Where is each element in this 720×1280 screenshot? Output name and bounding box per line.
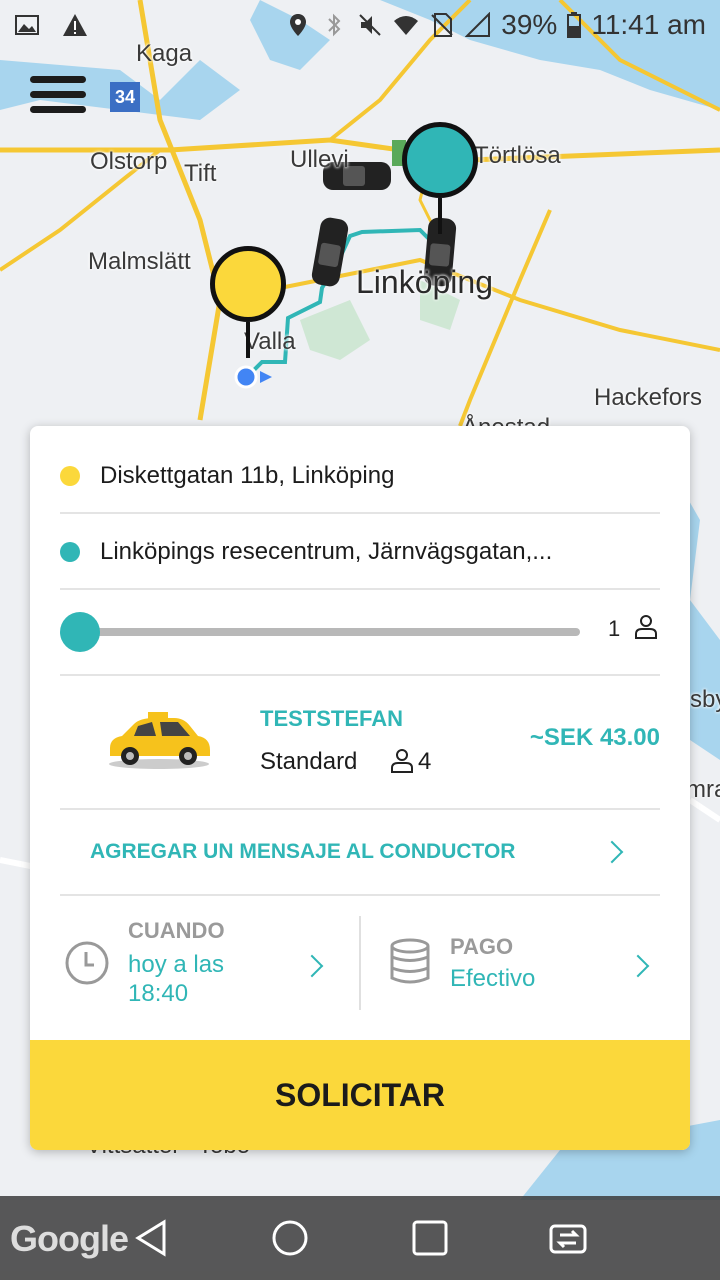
map-label: Hackefors: [594, 384, 703, 411]
when-label: CUANDO: [128, 918, 225, 943]
map-label: Tift: [184, 160, 217, 187]
vehicle-option[interactable]: TESTSTEFAN Standard 4 ~SEK 43.00: [60, 676, 660, 806]
taxi-car-icon: [109, 712, 210, 769]
home-icon[interactable]: [270, 1218, 310, 1258]
booking-card: Diskettgatan 11b, Linköping Linköpings r…: [30, 426, 690, 1150]
seat-slider[interactable]: [60, 610, 580, 654]
seat-slider-track: [80, 628, 580, 636]
destination-pin[interactable]: [402, 122, 478, 234]
pickup-row[interactable]: Diskettgatan 11b, Linköping: [60, 446, 660, 506]
bluetooth-icon: [328, 13, 341, 37]
seat-count: 1: [608, 616, 621, 641]
fare-estimate: ~SEK 43.00: [529, 724, 660, 751]
divider: [60, 894, 660, 896]
passenger-capacity-icon: [391, 749, 413, 773]
pickup-address: Diskettgatan 11b, Linköping: [100, 462, 395, 489]
vehicle-class: Standard: [260, 748, 358, 775]
map-label: Olstorp: [90, 148, 168, 175]
chevron-right-icon: [600, 840, 624, 864]
add-message-button[interactable]: AGREGAR UN MENSAJE AL CONDUCTOR: [60, 810, 660, 894]
map-label: Törtlösa: [474, 142, 561, 169]
payment-selector[interactable]: PAGO Efectivo: [360, 910, 660, 1020]
map-label: Ullevi: [290, 146, 349, 173]
payment-value: Efectivo: [450, 965, 536, 992]
google-logo: Google: [10, 1218, 129, 1259]
when-value-line1: hoy a las: [128, 951, 225, 978]
battery-percent: 39%: [501, 9, 558, 40]
seat-slider-knob[interactable]: [60, 612, 100, 652]
signal-icon: [465, 12, 491, 37]
road-badge: 34: [110, 82, 140, 112]
mute-icon: [359, 14, 381, 36]
payment-label: PAGO: [450, 934, 514, 959]
map-label: sby: [690, 686, 720, 713]
request-ride-button[interactable]: SOLICITAR: [30, 1040, 690, 1150]
chevron-right-icon: [300, 954, 324, 978]
chevron-right-icon: [626, 954, 650, 978]
add-message-label: AGREGAR UN MENSAJE AL CONDUCTOR: [90, 840, 516, 863]
warning-icon: [63, 14, 87, 36]
company-name: TESTSTEFAN: [260, 706, 404, 731]
clock: 11:41 am: [591, 9, 706, 40]
pickup-dot-icon: [60, 466, 80, 486]
battery-icon: [567, 12, 582, 38]
recents-icon[interactable]: [410, 1218, 450, 1258]
seats-selector: 1: [60, 606, 660, 656]
destination-dot-icon: [60, 542, 80, 562]
destination-address: Linköpings resecentrum, Järnvägsgatan,..…: [100, 538, 553, 565]
navigation-bar: Google: [0, 1196, 720, 1280]
location-icon: [290, 14, 307, 36]
back-icon[interactable]: [132, 1218, 172, 1258]
when-value-line2: 18:40: [128, 980, 189, 1007]
clock-icon: [65, 941, 109, 985]
no-sim-icon: [431, 13, 453, 37]
schedule-selector[interactable]: CUANDO hoy a las 18:40: [60, 910, 360, 1020]
payment-coins-icon: [390, 938, 430, 984]
status-bar: 39% 11:41 am: [0, 0, 720, 50]
divider: [60, 588, 660, 590]
image-notification-icon: [15, 15, 39, 35]
map-label-city: Linköping: [356, 264, 493, 300]
switch-app-icon[interactable]: [548, 1218, 588, 1258]
menu-button[interactable]: [30, 76, 86, 118]
capacity-count: 4: [418, 748, 432, 775]
person-icon: [635, 615, 657, 639]
hamburger-icon: [30, 76, 86, 83]
wifi-icon: [394, 16, 419, 35]
map-label: Malmslätt: [88, 248, 191, 275]
destination-row[interactable]: Linköpings resecentrum, Järnvägsgatan,..…: [60, 522, 660, 582]
map-label: mra: [686, 776, 720, 803]
divider: [60, 512, 660, 514]
pickup-pin[interactable]: [210, 246, 286, 358]
